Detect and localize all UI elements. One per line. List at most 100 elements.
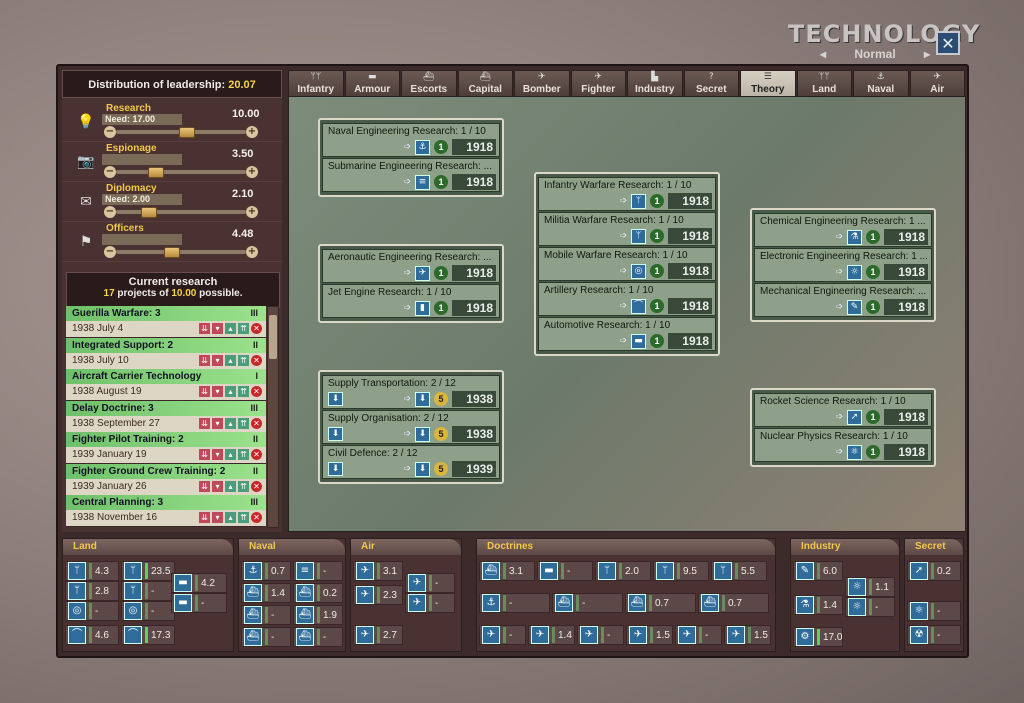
tab-fighter[interactable]: ✈ Fighter (570, 70, 626, 97)
stat-cell[interactable]: ⛴ 1.4 (241, 583, 291, 603)
stat-cell[interactable]: ☢ - (907, 625, 961, 645)
move-bottom-icon[interactable]: ⇊ (199, 354, 210, 366)
stat-cell[interactable]: ⛴ 0.2 (293, 583, 343, 603)
move-down-icon[interactable]: ▾ (212, 323, 223, 334)
move-up-icon[interactable]: ▴ (225, 323, 236, 334)
stat-cell[interactable]: ⛴ - (552, 593, 623, 613)
tab-armour[interactable]: ▬ Armour (344, 70, 400, 97)
stat-cell[interactable]: ✈ - (405, 573, 455, 593)
research-item[interactable]: Fighter Ground Crew Training: 2 II 1939 Ja… (66, 463, 266, 495)
slider-knob[interactable] (147, 167, 164, 178)
move-up-icon[interactable]: ▴ (225, 512, 236, 523)
move-bottom-icon[interactable]: ⇊ (199, 480, 210, 492)
stat-cell[interactable]: ⛴ 3.1 (479, 561, 535, 581)
tab-industry[interactable]: ▙ Industry (627, 70, 683, 97)
slider-knob[interactable] (178, 127, 195, 138)
stat-cell[interactable]: ✈ 2.3 (353, 585, 403, 605)
arrow-right-icon[interactable]: ▸ (924, 47, 930, 61)
move-top-icon[interactable]: ⇈ (238, 480, 249, 492)
cancel-icon[interactable]: ✕ (251, 417, 262, 429)
stat-cell[interactable]: ✈ 1.4 (528, 625, 575, 645)
stat-cell[interactable]: ✈ 1.5 (724, 625, 771, 645)
research-item[interactable]: Fighter Pilot Training: 2 II 1939 January … (66, 432, 266, 464)
move-top-icon[interactable]: ⇈ (238, 386, 249, 397)
stat-cell[interactable]: ⚓ - (479, 593, 550, 613)
leadership-slider[interactable]: − + (104, 206, 258, 218)
leadership-slider[interactable]: − + (104, 126, 258, 138)
stat-cell[interactable]: ◎ - (65, 601, 119, 621)
tech-card[interactable]: Jet Engine Research: 1 / 10 ➩ ▮ 1 1918 (322, 284, 500, 318)
stat-cell[interactable]: ᛘ 2.0 (595, 561, 651, 581)
move-bottom-icon[interactable]: ⇊ (199, 449, 210, 460)
tech-card[interactable]: Naval Engineering Research: 1 / 10 ➩ ⚓ 1 191… (322, 123, 500, 157)
tech-card[interactable]: Electronic Engineering Research: 1 ... ➩ ☼… (754, 248, 932, 282)
tech-card[interactable]: Infantry Warfare Research: 1 / 10 ➩ ᛘ 1 1918 (538, 177, 716, 211)
stat-cell[interactable]: ➚ 0.2 (907, 561, 961, 581)
tech-card[interactable]: Rocket Science Research: 1 / 10 ➩ ➚ 1 1918 (754, 393, 932, 427)
stat-cell[interactable]: ⌒ 17.3 (121, 625, 175, 645)
plus-button[interactable]: + (246, 126, 258, 138)
move-top-icon[interactable]: ⇈ (238, 512, 249, 523)
move-down-icon[interactable]: ▾ (212, 449, 223, 460)
tech-card[interactable]: Mobile Warfare Research: 1 / 10 ➩ ◎ 1 1918 (538, 247, 716, 281)
move-down-icon[interactable]: ▾ (212, 417, 223, 429)
stat-cell[interactable]: ⌒ 4.6 (65, 625, 119, 645)
stat-cell[interactable]: ᛘ 4.3 (65, 561, 119, 581)
plus-button[interactable]: + (246, 166, 258, 178)
move-bottom-icon[interactable]: ⇊ (199, 512, 210, 523)
stat-cell[interactable]: ▬ - (537, 561, 593, 581)
cancel-icon[interactable]: ✕ (251, 512, 262, 523)
stat-cell[interactable]: ⚛ - (907, 601, 961, 621)
tech-card[interactable]: Civil Defence: 2 / 12 ⬇ ➩ ⬇ 5 1939 (322, 445, 500, 479)
stat-cell[interactable]: ✈ - (675, 625, 722, 645)
move-top-icon[interactable]: ⇈ (238, 323, 249, 334)
stat-cell[interactable]: ⛴ 1.9 (293, 605, 343, 625)
move-up-icon[interactable]: ▴ (225, 417, 236, 429)
stat-cell[interactable]: ⛴ 0.7 (625, 593, 696, 613)
move-top-icon[interactable]: ⇈ (238, 417, 249, 429)
cancel-icon[interactable]: ✕ (251, 449, 262, 460)
move-up-icon[interactable]: ▴ (225, 354, 236, 366)
stat-cell[interactable]: ⛴ - (241, 627, 291, 647)
stat-cell[interactable]: ⛴ 0.7 (698, 593, 769, 613)
move-down-icon[interactable]: ▾ (212, 354, 223, 366)
stat-cell[interactable]: ⛴ - (293, 627, 343, 647)
tab-escorts[interactable]: ⛴ Escorts (401, 70, 457, 97)
stat-cell[interactable]: ✈ - (577, 625, 624, 645)
research-item[interactable]: Central Planning: 3 III 1938 November 16 ⇊ ▾… (66, 495, 266, 527)
stat-cell[interactable]: ✈ 3.1 (353, 561, 403, 581)
tab-bomber[interactable]: ✈ Bomber (514, 70, 570, 97)
stat-cell[interactable]: ☼ 1.1 (845, 577, 895, 597)
minus-button[interactable]: − (104, 246, 116, 258)
research-item[interactable]: Delay Doctrine: 3 III 1938 September 27 ⇊ ▾ ▴… (66, 400, 266, 432)
stat-cell[interactable]: ᛘ- (121, 581, 175, 601)
move-up-icon[interactable]: ▴ (225, 480, 236, 492)
tab-infantry[interactable]: ᛘᛘ Infantry (288, 70, 344, 97)
stat-cell[interactable]: ᛘ 9.5 (653, 561, 709, 581)
stat-cell[interactable]: ᛘ 23.5 (121, 561, 175, 581)
slider-knob[interactable] (141, 207, 158, 218)
scrollbar-thumb[interactable] (269, 315, 277, 359)
stat-cell[interactable]: ✎ 6.0 (793, 561, 843, 581)
stat-cell[interactable]: ≡ - (293, 561, 343, 581)
difficulty-selector[interactable]: ◂ Normal ▸ (820, 46, 930, 62)
stat-cell[interactable]: ✈ 2.7 (353, 625, 403, 645)
minus-button[interactable]: − (104, 126, 116, 138)
stat-cell[interactable]: ⚓ 0.7 (241, 561, 291, 581)
move-bottom-icon[interactable]: ⇊ (199, 386, 210, 397)
tech-card[interactable]: Chemical Engineering Research: 1 ... ➩ ⚗ 1 1… (754, 213, 932, 247)
stat-cell[interactable]: ☼ - (845, 597, 895, 617)
tab-air[interactable]: ✈ Air (909, 70, 965, 97)
tech-card[interactable]: Supply Organisation: 2 / 12 ⬇ ➩ ⬇ 5 1938 (322, 410, 500, 444)
stat-cell[interactable]: ✈ 1.5 (626, 625, 673, 645)
stat-cell[interactable]: ⚙ 17.0 (793, 627, 843, 647)
research-item[interactable]: Integrated Support: 2 II 1938 July 10 ⇊ ▾ ▴ ⇈ ✕ (66, 337, 266, 369)
move-bottom-icon[interactable]: ⇊ (199, 417, 210, 429)
stat-cell[interactable]: ⛴ - (241, 605, 291, 625)
move-up-icon[interactable]: ▴ (225, 386, 236, 397)
research-item[interactable]: Guerilla Warfare: 3 III 1938 July 4 ⇊ ▾ ▴ ⇈ ✕ (66, 306, 266, 338)
stat-cell[interactable]: ᛘ 5.5 (711, 561, 767, 581)
plus-button[interactable]: + (246, 246, 258, 258)
minus-button[interactable]: − (104, 206, 116, 218)
move-down-icon[interactable]: ▾ (212, 512, 223, 523)
